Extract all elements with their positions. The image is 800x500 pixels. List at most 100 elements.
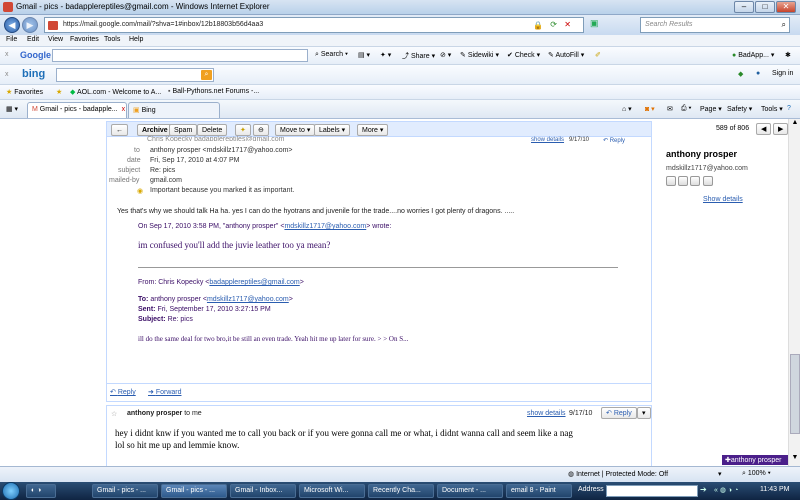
chat-icon[interactable] xyxy=(666,176,676,186)
menu-help[interactable]: Help xyxy=(129,36,143,43)
taskbar-item-paint[interactable]: email 8 - Paint xyxy=(506,484,572,498)
scroll-thumb[interactable] xyxy=(790,354,800,434)
popup-blocker-icon[interactable]: ⊘ ▾ xyxy=(440,51,451,59)
autofill-button[interactable]: ✎ AutoFill ▾ xyxy=(548,51,584,59)
stop-icon[interactable]: ✕ xyxy=(564,20,571,29)
google-search-input[interactable] xyxy=(52,49,308,62)
show-details-contact-link[interactable]: Show details xyxy=(703,196,743,203)
url-input[interactable]: https://mail.google.com/mail/?shva=1#inb… xyxy=(44,17,584,33)
refresh-icon[interactable]: ⟳ xyxy=(550,20,557,29)
close-window-button[interactable]: ✕ xyxy=(776,1,796,13)
menu-view[interactable]: View xyxy=(48,36,63,43)
tray-icons[interactable]: « ◍ ◑ ◔ xyxy=(714,486,738,494)
reply-button[interactable]: ↶ Reply xyxy=(601,407,637,419)
favorite-ballpythons[interactable]: ▪ Ball-Pythons.net Forums -... xyxy=(168,88,259,95)
older-button[interactable]: ▶ xyxy=(773,123,789,135)
help-icon[interactable]: ? xyxy=(787,105,791,112)
fwd-from-email[interactable]: badapplereptiles@gmail.com xyxy=(209,279,299,286)
taskbar-go-icon[interactable]: ➔ xyxy=(700,485,707,494)
search-icon[interactable]: ⌕ xyxy=(782,20,786,30)
add-favorite-icon[interactable]: ★ xyxy=(56,88,62,96)
contact-more-icon[interactable] xyxy=(702,176,713,186)
quick-tabs-icon[interactable]: ▦ ▾ xyxy=(6,105,18,113)
safety-menu[interactable]: Safety ▾ xyxy=(727,105,752,113)
reply-button-top[interactable]: ↶ Reply xyxy=(603,137,625,144)
fwd-from-end: > xyxy=(299,279,304,286)
lock-icon[interactable]: 🔒 xyxy=(533,21,543,30)
sign-in-link[interactable]: Sign in xyxy=(772,70,793,77)
quote-email-link[interactable]: mdskillz1717@yahoo.com xyxy=(284,223,366,230)
bing-toolbar-close[interactable]: x xyxy=(5,71,9,78)
labels-button[interactable]: Labels ▾ xyxy=(314,124,351,136)
quick-launch[interactable]: ◐ ◑ xyxy=(26,484,56,498)
back-button[interactable]: ◀ xyxy=(4,17,20,33)
protected-mode-icon[interactable]: ▾ xyxy=(718,470,722,478)
wrench-icon[interactable]: ✱ xyxy=(785,51,791,59)
account-button[interactable]: ● BadApp... ▾ xyxy=(732,51,774,59)
taskbar-item-gmail-2[interactable]: Gmail - pics - ... xyxy=(161,484,227,498)
move-to-button[interactable]: Move to ▾ xyxy=(275,124,316,136)
star-icon[interactable]: ☆ xyxy=(111,410,117,418)
check-button[interactable]: ✔ Check ▾ xyxy=(507,51,540,59)
email-icon[interactable] xyxy=(678,176,689,186)
tab-close-icon[interactable]: x xyxy=(122,106,126,113)
spam-button[interactable]: Spam xyxy=(169,124,198,136)
back-to-inbox-button[interactable]: ← xyxy=(111,124,128,136)
favorites-button[interactable]: ★ Favorites xyxy=(6,88,43,96)
chat-badge[interactable]: ✚anthony prosper xyxy=(722,455,788,465)
scroll-up-icon[interactable]: ▲ xyxy=(790,119,800,129)
mark-unimportant-button[interactable]: ⊖ xyxy=(253,124,269,136)
home-icon[interactable]: ⌂ ▾ xyxy=(622,105,632,113)
pen-icon[interactable]: ✐ xyxy=(595,51,601,59)
delete-button[interactable]: Delete xyxy=(197,124,228,136)
page-scrollbar[interactable]: ▲ ▼ xyxy=(788,119,800,466)
phone-icon[interactable] xyxy=(690,176,701,186)
fwd-to-email[interactable]: mdskillz1717@yahoo.com xyxy=(207,296,289,303)
share-button[interactable]: ⤴ Share ▾ xyxy=(402,51,435,61)
zoom-control[interactable]: ⌕ 100% ▾ xyxy=(742,470,771,478)
bing-search-input[interactable]: ⌕ xyxy=(56,68,214,82)
tab-gmail[interactable]: M Gmail - pics - badapple... x xyxy=(27,102,127,118)
maximize-button[interactable]: □ xyxy=(755,1,775,13)
feed-icon[interactable]: ▣ xyxy=(590,18,630,32)
shield-icon[interactable]: ◆ xyxy=(738,70,743,78)
show-details-link[interactable]: show details xyxy=(527,410,566,417)
taskbar-item-recently[interactable]: Recently Cha... xyxy=(368,484,434,498)
mail-icon[interactable]: ✉ xyxy=(667,105,673,113)
minimize-button[interactable]: – xyxy=(734,1,754,13)
scroll-down-icon[interactable]: ▼ xyxy=(790,454,800,464)
tab-bing[interactable]: ▣ Bing xyxy=(128,102,220,118)
taskbar-item-gmail-1[interactable]: Gmail - pics - ... xyxy=(92,484,158,498)
show-details-link-top[interactable]: show details xyxy=(531,137,564,143)
reply-link[interactable]: ↶ Reply xyxy=(110,388,136,396)
search-input[interactable]: Search Results ⌕ xyxy=(640,17,790,33)
mark-important-button[interactable]: ✦ xyxy=(235,124,251,136)
favorite-aol[interactable]: ◆ AOL.com - Welcome to A... xyxy=(70,88,161,96)
forward-button[interactable]: ▶ xyxy=(22,17,38,33)
more-button[interactable]: More ▾ xyxy=(357,124,389,136)
taskbar-item-gmail-inbox[interactable]: Gmail - Inbox... xyxy=(230,484,296,498)
menu-file[interactable]: File xyxy=(6,36,17,43)
taskbar-item-microsoft[interactable]: Microsoft Wi... xyxy=(299,484,365,498)
google-toolbar-close[interactable]: x xyxy=(5,51,9,58)
user-icon[interactable]: ● xyxy=(756,70,760,77)
start-button[interactable] xyxy=(2,482,20,500)
menu-edit[interactable]: Edit xyxy=(27,36,39,43)
translate-icon[interactable]: ✦ ▾ xyxy=(380,51,391,59)
taskbar-address-input[interactable] xyxy=(606,485,698,497)
menu-tools[interactable]: Tools xyxy=(104,36,120,43)
bookmark-icon[interactable]: ▤ ▾ xyxy=(358,51,370,59)
feeds-icon[interactable]: ◙ ▾ xyxy=(645,105,655,113)
menu-favorites[interactable]: Favorites xyxy=(70,36,99,43)
sidewiki-button[interactable]: ✎ Sidewiki ▾ xyxy=(460,51,499,59)
print-icon[interactable]: ⎙ ▾ xyxy=(681,105,692,113)
reply-dropdown[interactable]: ▾ xyxy=(637,407,651,419)
taskbar-item-document[interactable]: Document - ... xyxy=(437,484,503,498)
archive-button[interactable]: Archive xyxy=(137,124,173,136)
tools-menu[interactable]: Tools ▾ xyxy=(761,105,783,113)
forward-link[interactable]: ➜ Forward xyxy=(148,388,182,396)
page-menu[interactable]: Page ▾ xyxy=(700,105,722,113)
newer-button[interactable]: ◀ xyxy=(756,123,772,135)
search-icon[interactable]: ⌕ xyxy=(201,70,212,80)
google-search-button[interactable]: ⌕ Search ▾ xyxy=(315,51,348,59)
